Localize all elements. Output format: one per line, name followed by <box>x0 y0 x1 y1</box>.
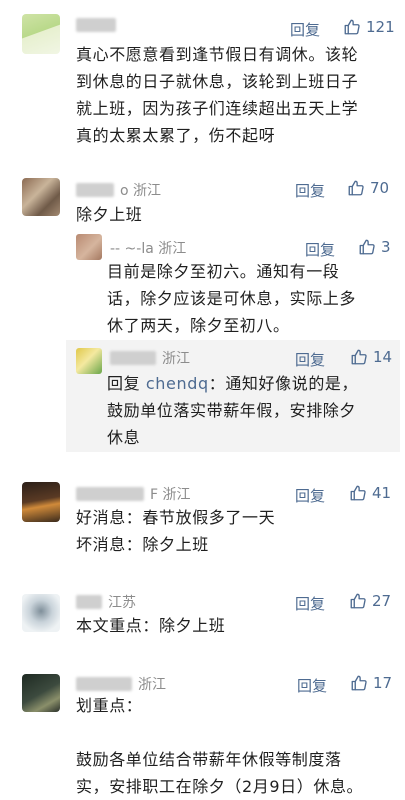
like-button[interactable]: 70 <box>347 179 389 197</box>
comment-text: 好消息：春节放假多了一天 坏消息：除夕上班 <box>76 508 276 554</box>
reply-target-user[interactable]: chendq <box>146 374 209 393</box>
nickname[interactable]: F 浙江 <box>76 484 191 504</box>
like-button[interactable]: 27 <box>349 592 391 610</box>
like-count: 70 <box>370 179 390 197</box>
avatar[interactable] <box>22 594 60 632</box>
like-button[interactable]: 3 <box>358 238 391 256</box>
like-count: 17 <box>373 674 393 692</box>
nickname[interactable]: -- ~-la 浙江 <box>110 238 186 258</box>
comment-1: 回复 121 真心不愿意看到逢节假日有调休。该轮 到休息的日子就休息，该轮到上班… <box>0 0 405 170</box>
comment-text: 划重点： 鼓励各单位结合带薪年休假等制度落 实，安排职工在除夕（2月9日）休息。 <box>76 696 364 796</box>
reply-link[interactable]: 回复 <box>295 593 325 614</box>
avatar[interactable] <box>22 674 60 712</box>
reply-link[interactable]: 回复 <box>290 19 320 40</box>
thumbs-up-icon <box>350 348 368 366</box>
sub-reply-2: 浙江 回复 14 回复 chendq：通知好像说的是， 鼓励单位落实带薪年假，安… <box>0 342 405 452</box>
nickname[interactable]: o 浙江 <box>76 180 161 200</box>
reply-prefix: 回复 <box>107 374 146 393</box>
comment-5: 浙江 回复 17 划重点： 鼓励各单位结合带薪年休假等制度落 实，安排职工在除夕… <box>0 668 405 798</box>
thumbs-up-icon <box>349 484 367 502</box>
avatar[interactable] <box>76 348 102 374</box>
avatar[interactable] <box>76 234 102 260</box>
avatar[interactable] <box>22 14 60 54</box>
comment-3: F 浙江 回复 41 好消息：春节放假多了一天 坏消息：除夕上班 <box>0 476 405 576</box>
reply-link[interactable]: 回复 <box>295 485 325 506</box>
nickname[interactable]: 浙江 <box>76 674 166 694</box>
comment-text: 回复 chendq：通知好像说的是， 鼓励单位落实带薪年假，安排除夕 休息 <box>107 374 359 447</box>
like-count: 14 <box>373 348 393 366</box>
avatar[interactable] <box>22 482 60 522</box>
thumbs-up-icon <box>343 18 361 36</box>
reply-link[interactable]: 回复 <box>305 239 335 260</box>
reply-link[interactable]: 回复 <box>295 349 325 370</box>
comment-text: 目前是除夕至初六。通知有一段 话，除夕应该是可休息，实际上多 休了两天，除夕至初… <box>107 262 357 335</box>
like-button[interactable]: 41 <box>349 484 391 502</box>
thumbs-up-icon <box>358 238 376 256</box>
like-count: 121 <box>366 18 395 36</box>
thumbs-up-icon <box>347 179 365 197</box>
like-count: 27 <box>372 592 392 610</box>
thumbs-up-icon <box>350 674 368 692</box>
sub-reply-1: -- ~-la 浙江 回复 3 目前是除夕至初六。通知有一段 话，除夕应该是可休… <box>0 232 405 337</box>
comment-text: 除夕上班 <box>76 205 143 224</box>
nickname[interactable] <box>76 18 122 34</box>
like-button[interactable]: 17 <box>350 674 392 692</box>
comment-4: 江苏 回复 27 本文重点：除夕上班 <box>0 586 405 666</box>
nickname[interactable]: 浙江 <box>110 348 190 368</box>
like-count: 3 <box>381 238 391 256</box>
like-count: 41 <box>372 484 392 502</box>
comment-text: 本文重点：除夕上班 <box>76 616 226 635</box>
nickname[interactable]: 江苏 <box>76 592 136 612</box>
thumbs-up-icon <box>349 592 367 610</box>
comment-2: o 浙江 回复 70 除夕上班 <box>0 170 405 230</box>
avatar[interactable] <box>22 178 60 216</box>
like-button[interactable]: 121 <box>343 18 395 36</box>
reply-link[interactable]: 回复 <box>295 180 325 201</box>
like-button[interactable]: 14 <box>350 348 392 366</box>
comment-text: 真心不愿意看到逢节假日有调休。该轮 到休息的日子就休息，该轮到上班日子 就上班，… <box>76 45 359 145</box>
